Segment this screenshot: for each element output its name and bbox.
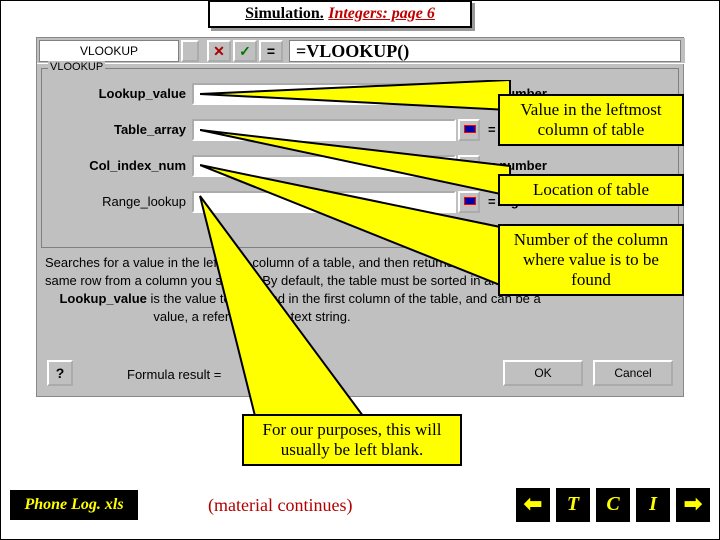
fieldset-legend: VLOOKUP [48,61,105,73]
callout-pointer-4 [196,190,416,430]
callout-table-array: Location of table [498,174,684,206]
cancel-button[interactable]: Cancel [593,360,673,386]
help-button[interactable]: ? [47,360,73,386]
nav-t-button[interactable]: T [556,488,590,522]
nav-buttons: ⬅ T C I ➡ [516,488,710,522]
title-page: Integers: page 6 [328,5,435,22]
desc-lookup-bold: Lookup_value [59,291,146,306]
arg-label-lookup-value: Lookup_value [42,83,186,105]
formula-input[interactable]: =VLOOKUP() [289,40,681,62]
arg-label-col-index: Col_index_num [42,155,186,177]
nav-forward-button[interactable]: ➡ [676,488,710,522]
title-sim: Simulation. [245,5,324,22]
ok-button[interactable]: OK [503,360,583,386]
callout-lookup-value: Value in the leftmost column of table [498,94,684,146]
arg-label-range-lookup: Range_lookup [42,191,186,213]
name-dropdown-button[interactable] [181,40,199,62]
arg-label-table-array: Table_array [42,119,186,141]
equals-button[interactable]: = [259,40,283,62]
confirm-formula-button[interactable]: ✓ [233,40,257,62]
nav-c-button[interactable]: C [596,488,630,522]
title-box: Simulation. Integers: page 6 [208,0,472,28]
callout-range-lookup: For our purposes, this will usually be l… [242,414,462,466]
nav-back-button[interactable]: ⬅ [516,488,550,522]
file-badge[interactable]: Phone Log. xls [10,490,138,520]
name-box[interactable]: VLOOKUP [39,40,179,62]
cancel-formula-button[interactable]: ✕ [207,40,231,62]
callout-col-index: Number of the column where value is to b… [498,224,684,296]
continues-label: (material continues) [208,495,352,516]
nav-i-button[interactable]: I [636,488,670,522]
formula-bar: VLOOKUP ✕ ✓ = =VLOOKUP() [37,38,685,64]
